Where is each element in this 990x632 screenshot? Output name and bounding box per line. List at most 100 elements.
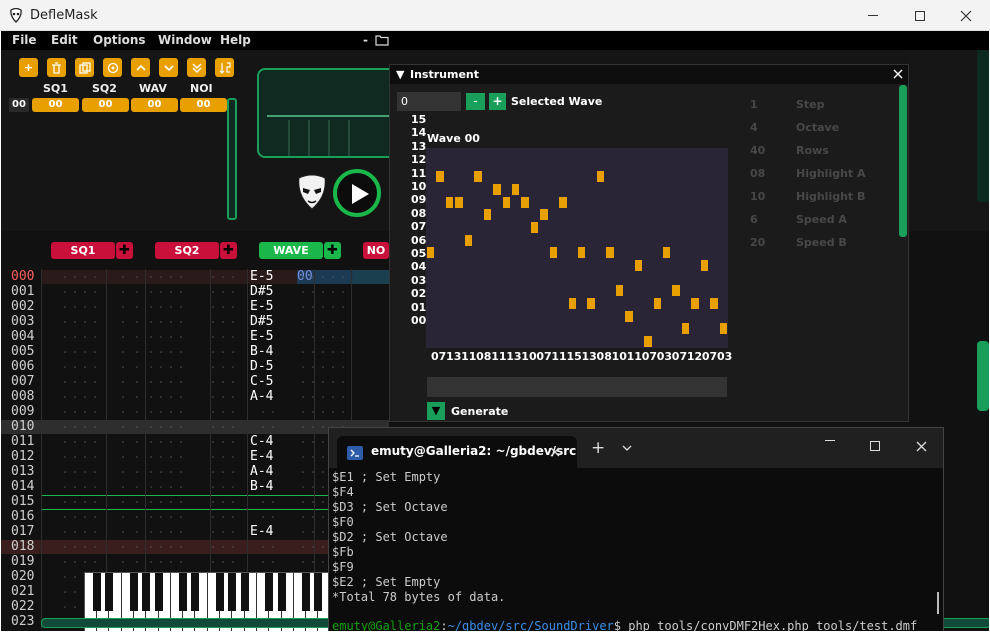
background-setting-row: 20 Speed B: [750, 231, 866, 254]
wave-sample-bar[interactable]: [455, 196, 463, 208]
piano-black-key[interactable]: [216, 573, 224, 611]
maximize-icon[interactable]: [870, 441, 880, 451]
wave-sample-bar[interactable]: [427, 247, 435, 259]
order-scrollbar[interactable]: [227, 98, 237, 220]
wave-sample-bar[interactable]: [540, 209, 548, 221]
piano-black-key[interactable]: [228, 573, 237, 611]
channel-header-sq1[interactable]: SQ1: [51, 242, 115, 259]
duplicate-order-button[interactable]: [75, 58, 94, 77]
generate-label[interactable]: Generate: [451, 405, 508, 418]
wave-sample-bar[interactable]: [644, 335, 652, 347]
wave-sample-bar[interactable]: [559, 196, 567, 208]
row-number: 022: [11, 599, 35, 614]
instrument-scrollbar[interactable]: [899, 85, 907, 237]
wave-index-increment[interactable]: +: [489, 93, 506, 110]
wave-x-label: 03: [656, 350, 673, 363]
wave-sample-bar[interactable]: [587, 297, 595, 309]
delete-order-button[interactable]: [47, 58, 66, 77]
wave-sample-bar[interactable]: [672, 285, 680, 297]
piano-black-key[interactable]: [302, 573, 311, 611]
wave-sample-bar[interactable]: [710, 297, 718, 309]
wave-sample-bar[interactable]: [483, 209, 492, 221]
wave-sample-bar[interactable]: [530, 221, 539, 233]
wave-sample-bar[interactable]: [662, 247, 671, 259]
terminal-scrollbar[interactable]: [937, 592, 939, 614]
new-tab-icon[interactable]: +: [591, 438, 605, 458]
collapse-icon[interactable]: ▼: [396, 68, 404, 81]
wave-index-decrement[interactable]: -: [466, 93, 485, 110]
terminal-tab[interactable]: emuty@Galleria2: ~/gbdev/src: [337, 436, 577, 468]
wave-sample-bar[interactable]: [521, 196, 529, 208]
pattern-vertical-scrollbar[interactable]: [977, 341, 989, 411]
menu-help[interactable]: Help: [220, 33, 251, 47]
wave-expand-button[interactable]: ✚: [324, 242, 341, 259]
wave-sample-bar[interactable]: [502, 196, 510, 208]
wave-sample-bar[interactable]: [445, 196, 454, 208]
folder-icon[interactable]: [375, 34, 389, 46]
piano-black-key[interactable]: [129, 573, 138, 611]
wave-sample-bar[interactable]: [625, 310, 633, 322]
menu-edit[interactable]: Edit: [51, 33, 78, 47]
channel-header-wave[interactable]: WAVE: [259, 242, 323, 259]
chevron-down-icon[interactable]: [622, 445, 632, 452]
wave-sample-bar[interactable]: [474, 171, 482, 183]
piano-black-key[interactable]: [240, 573, 249, 611]
wave-sample-bar[interactable]: [549, 247, 558, 259]
wave-sample-bar[interactable]: [634, 259, 643, 271]
wave-sample-bar[interactable]: [493, 183, 501, 195]
wave-index-input[interactable]: [397, 92, 461, 111]
generate-expand-icon[interactable]: ▼: [427, 402, 445, 420]
minimize-icon[interactable]: [825, 440, 835, 441]
menu-file[interactable]: File: [12, 33, 37, 47]
sort-button[interactable]: [215, 58, 234, 77]
wave-sample-bar[interactable]: [653, 297, 661, 309]
wave-sample-bar[interactable]: [436, 171, 444, 183]
piano-black-key[interactable]: [179, 573, 188, 611]
wave-sample-bar[interactable]: [578, 247, 586, 259]
wave-graph[interactable]: [426, 148, 728, 348]
order-value-sq1[interactable]: 00: [32, 98, 79, 112]
piano-black-key[interactable]: [277, 573, 286, 611]
wave-sample-bar[interactable]: [464, 234, 473, 246]
close-tab-icon[interactable]: [550, 447, 560, 457]
menu-options[interactable]: Options: [93, 33, 146, 47]
close-button[interactable]: [943, 0, 989, 31]
wave-sample-bar[interactable]: [615, 285, 624, 297]
piano-black-key[interactable]: [93, 573, 101, 611]
wave-sample-bar[interactable]: [568, 297, 576, 309]
channel-header-noi[interactable]: NO: [363, 242, 389, 259]
piano-black-key[interactable]: [191, 573, 200, 611]
minimize-button[interactable]: [850, 0, 896, 31]
wave-sample-bar[interactable]: [596, 171, 605, 183]
wave-sample-bar[interactable]: [719, 323, 727, 335]
order-value-wav[interactable]: 00: [131, 98, 178, 112]
menu-window[interactable]: Window: [158, 33, 212, 47]
clone-order-button[interactable]: [103, 58, 122, 77]
order-row-number[interactable]: 00: [9, 98, 29, 112]
maximize-button[interactable]: [897, 0, 943, 31]
play-button[interactable]: [333, 169, 381, 217]
settings-scrollbar[interactable]: [977, 50, 989, 202]
close-icon[interactable]: [916, 441, 927, 452]
order-value-noi[interactable]: 00: [180, 98, 227, 112]
piano-black-key[interactable]: [154, 573, 163, 611]
add-order-button[interactable]: +: [19, 58, 38, 77]
move-up-button[interactable]: [131, 58, 150, 77]
wave-sample-bar[interactable]: [691, 297, 699, 309]
wave-sample-bar[interactable]: [511, 183, 520, 195]
piano-black-key[interactable]: [314, 573, 323, 611]
order-value-sq2[interactable]: 00: [82, 98, 129, 112]
move-down-button[interactable]: [159, 58, 178, 77]
piano-black-key[interactable]: [142, 573, 151, 611]
sq1-expand-button[interactable]: ✚: [116, 242, 133, 259]
move-down-end-button[interactable]: [187, 58, 206, 77]
sq2-expand-button[interactable]: ✚: [220, 242, 237, 259]
close-icon[interactable]: [893, 69, 903, 79]
terminal-prompt-line[interactable]: emuty@Galleria2:~/gbdev/src/SoundDriver$…: [332, 619, 917, 631]
wave-sample-bar[interactable]: [606, 247, 614, 259]
wave-sample-bar[interactable]: [681, 323, 690, 335]
channel-header-sq2[interactable]: SQ2: [155, 242, 219, 259]
piano-black-key[interactable]: [105, 573, 114, 611]
wave-sample-bar[interactable]: [700, 259, 709, 271]
piano-black-key[interactable]: [265, 573, 274, 611]
